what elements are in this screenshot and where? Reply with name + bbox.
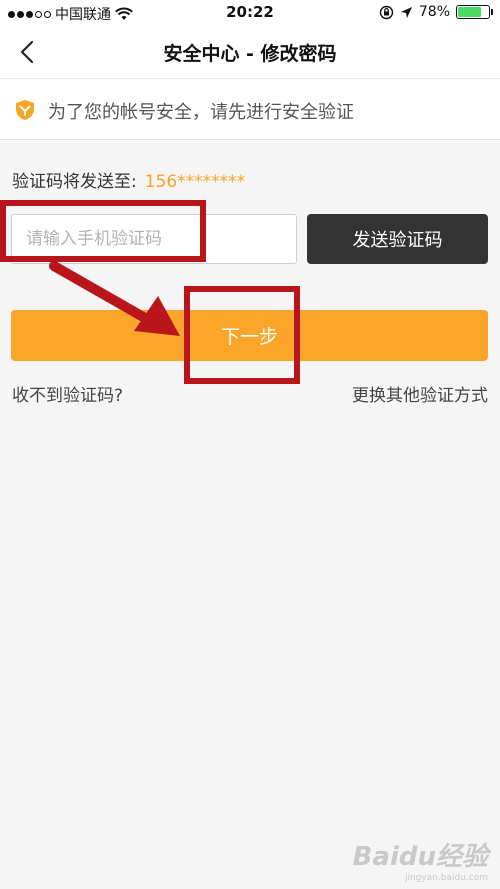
- send-to-label: 验证码将发送至:: [12, 172, 137, 192]
- send-code-button[interactable]: 发送验证码: [307, 214, 488, 264]
- send-to-line: 验证码将发送至: 156********: [12, 167, 245, 192]
- masked-phone-number: 156********: [144, 172, 246, 192]
- baidu-jingyan-logo: Baidu经验: [352, 842, 488, 872]
- next-step-button[interactable]: 下一步: [11, 310, 488, 361]
- watermark-site: jingyan.baidu.com: [404, 873, 488, 883]
- battery-level: [458, 7, 482, 17]
- verification-code-input[interactable]: [11, 214, 297, 264]
- status-right: 78%: [379, 4, 493, 20]
- location-arrow-icon: [400, 6, 412, 18]
- watermark: Baidu经验 jingyan.baidu.com: [353, 836, 488, 883]
- battery-icon: [456, 5, 493, 19]
- notice-text: 为了您的帐号安全，请先进行安全验证: [48, 102, 354, 123]
- no-code-link[interactable]: 收不到验证码?: [12, 381, 123, 406]
- shield-icon: [16, 100, 34, 120]
- page-title: 安全中心 - 修改密码: [163, 43, 337, 65]
- status-bar: 中国联通 20:22 78%: [0, 0, 500, 26]
- security-notice: 为了您的帐号安全，请先进行安全验证: [0, 78, 500, 140]
- rotation-lock-icon: [379, 5, 394, 19]
- other-method-link[interactable]: 更换其他验证方式: [352, 381, 488, 406]
- nav-bar: 安全中心 - 修改密码: [0, 26, 500, 78]
- battery-percent: 78%: [418, 4, 450, 20]
